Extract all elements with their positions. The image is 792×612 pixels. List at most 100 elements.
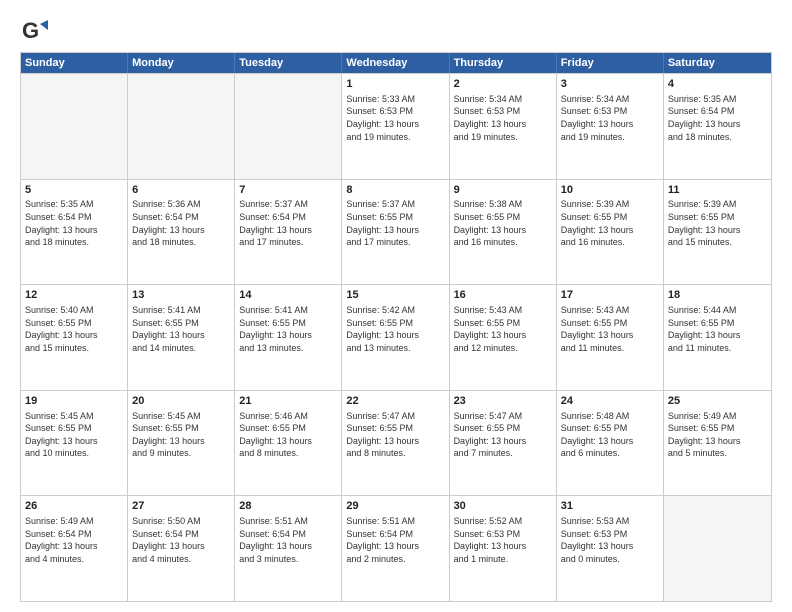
calendar-row-2: 12Sunrise: 5:40 AM Sunset: 6:55 PM Dayli… (21, 284, 771, 390)
header-day-sunday: Sunday (21, 53, 128, 73)
day-number: 1 (346, 77, 444, 92)
day-info: Sunrise: 5:52 AM Sunset: 6:53 PM Dayligh… (454, 515, 552, 565)
day-number: 14 (239, 288, 337, 303)
calendar-cell: 10Sunrise: 5:39 AM Sunset: 6:55 PM Dayli… (557, 180, 664, 285)
calendar-cell: 3Sunrise: 5:34 AM Sunset: 6:53 PM Daylig… (557, 74, 664, 179)
calendar-cell: 23Sunrise: 5:47 AM Sunset: 6:55 PM Dayli… (450, 391, 557, 496)
day-number: 2 (454, 77, 552, 92)
day-number: 15 (346, 288, 444, 303)
calendar-cell: 12Sunrise: 5:40 AM Sunset: 6:55 PM Dayli… (21, 285, 128, 390)
calendar-cell: 11Sunrise: 5:39 AM Sunset: 6:55 PM Dayli… (664, 180, 771, 285)
calendar-cell (128, 74, 235, 179)
day-info: Sunrise: 5:36 AM Sunset: 6:54 PM Dayligh… (132, 198, 230, 248)
day-info: Sunrise: 5:34 AM Sunset: 6:53 PM Dayligh… (454, 93, 552, 143)
day-number: 19 (25, 394, 123, 409)
calendar-cell: 15Sunrise: 5:42 AM Sunset: 6:55 PM Dayli… (342, 285, 449, 390)
calendar-cell: 2Sunrise: 5:34 AM Sunset: 6:53 PM Daylig… (450, 74, 557, 179)
header: G (20, 16, 772, 44)
day-number: 23 (454, 394, 552, 409)
calendar-cell: 24Sunrise: 5:48 AM Sunset: 6:55 PM Dayli… (557, 391, 664, 496)
calendar-cell: 4Sunrise: 5:35 AM Sunset: 6:54 PM Daylig… (664, 74, 771, 179)
day-number: 5 (25, 183, 123, 198)
day-info: Sunrise: 5:53 AM Sunset: 6:53 PM Dayligh… (561, 515, 659, 565)
day-number: 27 (132, 499, 230, 514)
day-number: 17 (561, 288, 659, 303)
calendar-cell (664, 496, 771, 601)
day-number: 10 (561, 183, 659, 198)
day-info: Sunrise: 5:42 AM Sunset: 6:55 PM Dayligh… (346, 304, 444, 354)
day-info: Sunrise: 5:39 AM Sunset: 6:55 PM Dayligh… (668, 198, 767, 248)
calendar-cell: 18Sunrise: 5:44 AM Sunset: 6:55 PM Dayli… (664, 285, 771, 390)
day-info: Sunrise: 5:48 AM Sunset: 6:55 PM Dayligh… (561, 410, 659, 460)
day-info: Sunrise: 5:44 AM Sunset: 6:55 PM Dayligh… (668, 304, 767, 354)
calendar-cell: 16Sunrise: 5:43 AM Sunset: 6:55 PM Dayli… (450, 285, 557, 390)
calendar-cell: 7Sunrise: 5:37 AM Sunset: 6:54 PM Daylig… (235, 180, 342, 285)
day-number: 11 (668, 183, 767, 198)
calendar-cell: 31Sunrise: 5:53 AM Sunset: 6:53 PM Dayli… (557, 496, 664, 601)
day-info: Sunrise: 5:38 AM Sunset: 6:55 PM Dayligh… (454, 198, 552, 248)
calendar-cell: 25Sunrise: 5:49 AM Sunset: 6:55 PM Dayli… (664, 391, 771, 496)
day-number: 26 (25, 499, 123, 514)
day-number: 6 (132, 183, 230, 198)
day-info: Sunrise: 5:43 AM Sunset: 6:55 PM Dayligh… (561, 304, 659, 354)
header-day-monday: Monday (128, 53, 235, 73)
day-number: 12 (25, 288, 123, 303)
calendar-cell: 1Sunrise: 5:33 AM Sunset: 6:53 PM Daylig… (342, 74, 449, 179)
day-number: 29 (346, 499, 444, 514)
calendar-body: 1Sunrise: 5:33 AM Sunset: 6:53 PM Daylig… (21, 73, 771, 601)
day-number: 3 (561, 77, 659, 92)
day-number: 4 (668, 77, 767, 92)
header-day-tuesday: Tuesday (235, 53, 342, 73)
day-number: 18 (668, 288, 767, 303)
day-info: Sunrise: 5:45 AM Sunset: 6:55 PM Dayligh… (25, 410, 123, 460)
day-info: Sunrise: 5:35 AM Sunset: 6:54 PM Dayligh… (668, 93, 767, 143)
day-info: Sunrise: 5:47 AM Sunset: 6:55 PM Dayligh… (454, 410, 552, 460)
calendar-row-1: 5Sunrise: 5:35 AM Sunset: 6:54 PM Daylig… (21, 179, 771, 285)
calendar-cell: 30Sunrise: 5:52 AM Sunset: 6:53 PM Dayli… (450, 496, 557, 601)
calendar-cell: 17Sunrise: 5:43 AM Sunset: 6:55 PM Dayli… (557, 285, 664, 390)
day-number: 20 (132, 394, 230, 409)
day-info: Sunrise: 5:43 AM Sunset: 6:55 PM Dayligh… (454, 304, 552, 354)
day-info: Sunrise: 5:34 AM Sunset: 6:53 PM Dayligh… (561, 93, 659, 143)
day-info: Sunrise: 5:47 AM Sunset: 6:55 PM Dayligh… (346, 410, 444, 460)
day-number: 25 (668, 394, 767, 409)
svg-text:G: G (22, 18, 39, 43)
day-number: 21 (239, 394, 337, 409)
calendar-cell: 9Sunrise: 5:38 AM Sunset: 6:55 PM Daylig… (450, 180, 557, 285)
calendar-cell: 5Sunrise: 5:35 AM Sunset: 6:54 PM Daylig… (21, 180, 128, 285)
calendar-cell: 22Sunrise: 5:47 AM Sunset: 6:55 PM Dayli… (342, 391, 449, 496)
calendar-cell: 14Sunrise: 5:41 AM Sunset: 6:55 PM Dayli… (235, 285, 342, 390)
calendar-cell: 21Sunrise: 5:46 AM Sunset: 6:55 PM Dayli… (235, 391, 342, 496)
header-day-saturday: Saturday (664, 53, 771, 73)
calendar-header: SundayMondayTuesdayWednesdayThursdayFrid… (21, 53, 771, 73)
calendar-cell: 27Sunrise: 5:50 AM Sunset: 6:54 PM Dayli… (128, 496, 235, 601)
header-day-friday: Friday (557, 53, 664, 73)
calendar-cell: 28Sunrise: 5:51 AM Sunset: 6:54 PM Dayli… (235, 496, 342, 601)
day-info: Sunrise: 5:49 AM Sunset: 6:55 PM Dayligh… (668, 410, 767, 460)
calendar: SundayMondayTuesdayWednesdayThursdayFrid… (20, 52, 772, 602)
calendar-cell: 6Sunrise: 5:36 AM Sunset: 6:54 PM Daylig… (128, 180, 235, 285)
day-number: 8 (346, 183, 444, 198)
calendar-cell: 8Sunrise: 5:37 AM Sunset: 6:55 PM Daylig… (342, 180, 449, 285)
day-number: 30 (454, 499, 552, 514)
day-number: 22 (346, 394, 444, 409)
logo: G (20, 16, 52, 44)
day-info: Sunrise: 5:35 AM Sunset: 6:54 PM Dayligh… (25, 198, 123, 248)
calendar-row-0: 1Sunrise: 5:33 AM Sunset: 6:53 PM Daylig… (21, 73, 771, 179)
logo-icon: G (20, 16, 48, 44)
day-info: Sunrise: 5:45 AM Sunset: 6:55 PM Dayligh… (132, 410, 230, 460)
day-info: Sunrise: 5:51 AM Sunset: 6:54 PM Dayligh… (346, 515, 444, 565)
day-info: Sunrise: 5:39 AM Sunset: 6:55 PM Dayligh… (561, 198, 659, 248)
header-day-thursday: Thursday (450, 53, 557, 73)
calendar-cell: 26Sunrise: 5:49 AM Sunset: 6:54 PM Dayli… (21, 496, 128, 601)
day-info: Sunrise: 5:46 AM Sunset: 6:55 PM Dayligh… (239, 410, 337, 460)
day-number: 31 (561, 499, 659, 514)
day-info: Sunrise: 5:33 AM Sunset: 6:53 PM Dayligh… (346, 93, 444, 143)
calendar-cell (235, 74, 342, 179)
day-info: Sunrise: 5:41 AM Sunset: 6:55 PM Dayligh… (239, 304, 337, 354)
calendar-cell: 20Sunrise: 5:45 AM Sunset: 6:55 PM Dayli… (128, 391, 235, 496)
day-number: 9 (454, 183, 552, 198)
header-day-wednesday: Wednesday (342, 53, 449, 73)
day-info: Sunrise: 5:51 AM Sunset: 6:54 PM Dayligh… (239, 515, 337, 565)
day-info: Sunrise: 5:49 AM Sunset: 6:54 PM Dayligh… (25, 515, 123, 565)
